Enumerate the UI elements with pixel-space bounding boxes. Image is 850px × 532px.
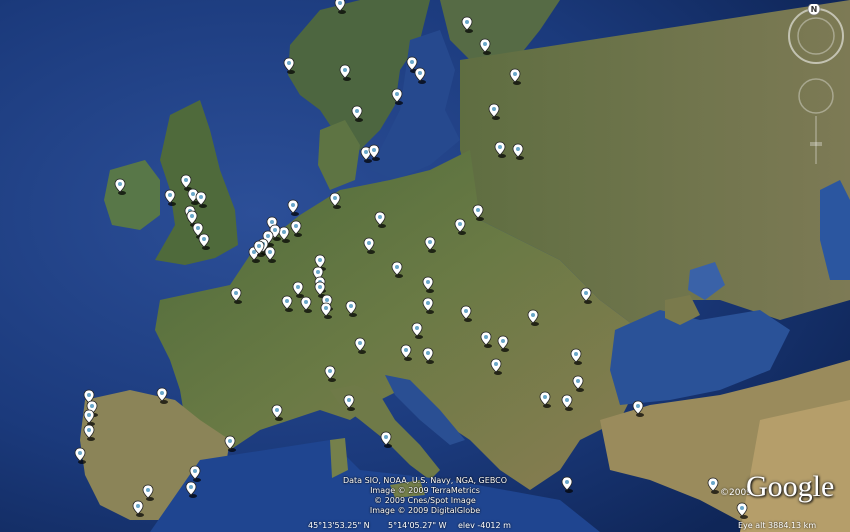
placemark-pin-icon[interactable]	[197, 233, 211, 251]
placemark-pin-icon[interactable]	[399, 344, 413, 362]
placemark-pin-icon[interactable]	[410, 322, 424, 340]
placemark-pin-icon[interactable]	[511, 143, 525, 161]
placemark-pin-icon[interactable]	[286, 199, 300, 217]
placemark-pin-icon[interactable]	[338, 64, 352, 82]
map-view[interactable]: N Data SIO, NOAA, U.S. Navy, NGA, GEBCO …	[0, 0, 850, 532]
placemark-pin-icon[interactable]	[270, 404, 284, 422]
placemark-pin-icon[interactable]	[379, 431, 393, 449]
placemark-pin-icon[interactable]	[560, 394, 574, 412]
placemark-pin-icon[interactable]	[328, 192, 342, 210]
placemark-pin-icon[interactable]	[489, 358, 503, 376]
placemark-pin-icon[interactable]	[508, 68, 522, 86]
latitude-readout: 45°13'53.25" N	[308, 521, 370, 530]
placemark-pin-icon[interactable]	[493, 141, 507, 159]
placemark-pin-icon[interactable]	[73, 447, 87, 465]
navigation-control[interactable]: N	[788, 4, 848, 164]
placemark-pin-icon[interactable]	[571, 375, 585, 393]
placemark-pin-icon[interactable]	[333, 0, 347, 15]
credit-line: Image © 2009 DigitalGlobe	[369, 506, 481, 515]
placemark-pin-icon[interactable]	[155, 387, 169, 405]
placemark-pin-icon[interactable]	[282, 57, 296, 75]
placemark-pin-icon[interactable]	[421, 276, 435, 294]
placemark-pin-icon[interactable]	[579, 287, 593, 305]
placemark-pin-icon[interactable]	[390, 261, 404, 279]
placemark-pin-icon[interactable]	[487, 103, 501, 121]
placemark-pin-icon[interactable]	[252, 240, 266, 258]
placemark-pin-icon[interactable]	[319, 302, 333, 320]
placemark-pin-icon[interactable]	[350, 105, 364, 123]
placemark-pin-icon[interactable]	[496, 335, 510, 353]
placemark-pin-icon[interactable]	[569, 348, 583, 366]
placemark-pin-icon[interactable]	[299, 296, 313, 314]
placemark-pin-icon[interactable]	[373, 211, 387, 229]
placemark-pin-icon[interactable]	[423, 236, 437, 254]
placemark-pin-icon[interactable]	[353, 337, 367, 355]
placemark-pin-icon[interactable]	[390, 88, 404, 106]
elevation-readout: elev -4012 m	[458, 521, 511, 530]
placemark-pin-icon[interactable]	[471, 204, 485, 222]
google-logo: Google	[746, 470, 835, 503]
placemark-pin-icon[interactable]	[421, 297, 435, 315]
placemark-pin-icon[interactable]	[342, 394, 356, 412]
placemark-pin-icon[interactable]	[289, 220, 303, 238]
placemark-pin-icon[interactable]	[323, 365, 337, 383]
placemark-pin-icon[interactable]	[453, 218, 467, 236]
placemark-pin-icon[interactable]	[344, 300, 358, 318]
placemark-pin-icon[interactable]	[280, 295, 294, 313]
placemark-pin-icon[interactable]	[229, 287, 243, 305]
placemark-pin-icon[interactable]	[478, 38, 492, 56]
longitude-readout: 5°14'05.27" W	[388, 521, 447, 530]
placemark-pin-icon[interactable]	[479, 331, 493, 349]
placemark-pin-icon[interactable]	[526, 309, 540, 327]
placemark-pin-icon[interactable]	[223, 435, 237, 453]
placemark-pin-icon[interactable]	[367, 144, 381, 162]
north-indicator-label: N	[811, 5, 818, 14]
placemark-pin-icon[interactable]	[460, 16, 474, 34]
placemark-pin-icon[interactable]	[459, 305, 473, 323]
eye-altitude-readout: Eye alt 3884.13 km	[738, 521, 817, 530]
placemark-pin-icon[interactable]	[413, 67, 427, 85]
placemark-pin-icon[interactable]	[631, 400, 645, 418]
placemark-pin-icon[interactable]	[538, 391, 552, 409]
placemark-pin-icon[interactable]	[163, 189, 177, 207]
placemark-pin-icon[interactable]	[113, 178, 127, 196]
placemark-pin-icon[interactable]	[421, 347, 435, 365]
credit-line: Data SIO, NOAA, U.S. Navy, NGA, GEBCO	[342, 476, 508, 485]
placemark-pin-icon[interactable]	[82, 424, 96, 442]
status-bar: 45°13'53.25" N 5°14'05.27" W elev -4012 …	[0, 519, 850, 532]
placemark-pin-icon[interactable]	[362, 237, 376, 255]
